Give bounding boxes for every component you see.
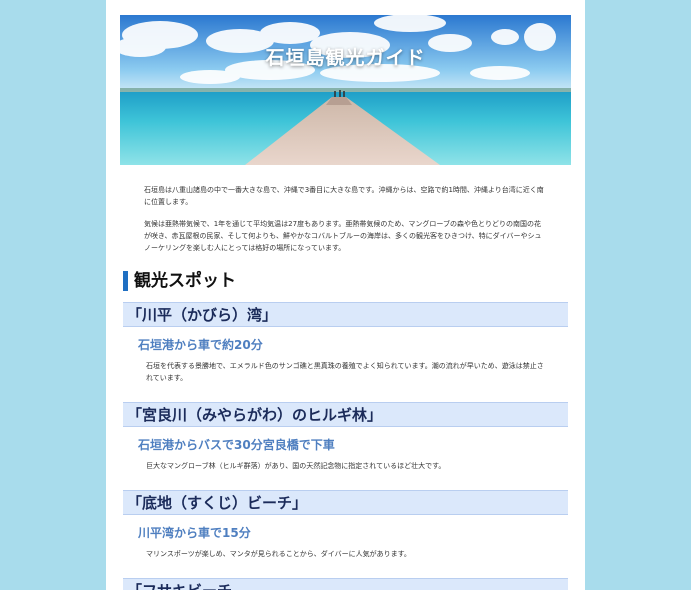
page-content: 石垣島観光ガイド 石垣島は八重山諸島の中で一番大きな島で、沖縄で3番目に大きな島… — [106, 0, 585, 590]
spot-access: 川平湾から車で15分 — [138, 526, 251, 540]
spot-description: 石垣を代表する景勝地で、エメラルド色のサンゴ礁と黒真珠の養殖でよく知られています… — [146, 362, 544, 382]
spot-description: マリンスポーツが楽しめ、マンタが見られることから、ダイバーに人気があります。 — [146, 550, 411, 558]
spot-title: 「川平（かびら）湾」 — [123, 302, 568, 327]
section-heading: 観光スポット — [123, 271, 236, 291]
spot-title: 「宮良川（みやらがわ）のヒルギ林」 — [123, 402, 568, 427]
spot-description: 巨大なマングローブ林（ヒルギ群落）があり、国の天然記念物に指定されているほど壮大… — [146, 462, 446, 470]
spot-access: 石垣港から車で約20分 — [138, 338, 263, 352]
intro-paragraph-1: 石垣島は八重山諸島の中で一番大きな島で、沖縄で3番目に大きな島です。沖縄からは、… — [144, 186, 544, 206]
spot-title: 「フサキビーチ — [123, 578, 568, 590]
spot-title: 「底地（すくじ）ビーチ」 — [123, 490, 568, 515]
page-title: 石垣島観光ガイド — [265, 47, 426, 69]
spot-access: 石垣港からバスで30分宮良橋で下車 — [138, 438, 335, 452]
beach-pier-image — [120, 15, 571, 165]
hero-banner: 石垣島観光ガイド — [120, 15, 571, 165]
intro-paragraph-2: 気候は亜熱帯気候で、1年を通じて平均気温は27度もあります。亜熱帯気候のため、マ… — [144, 220, 542, 252]
